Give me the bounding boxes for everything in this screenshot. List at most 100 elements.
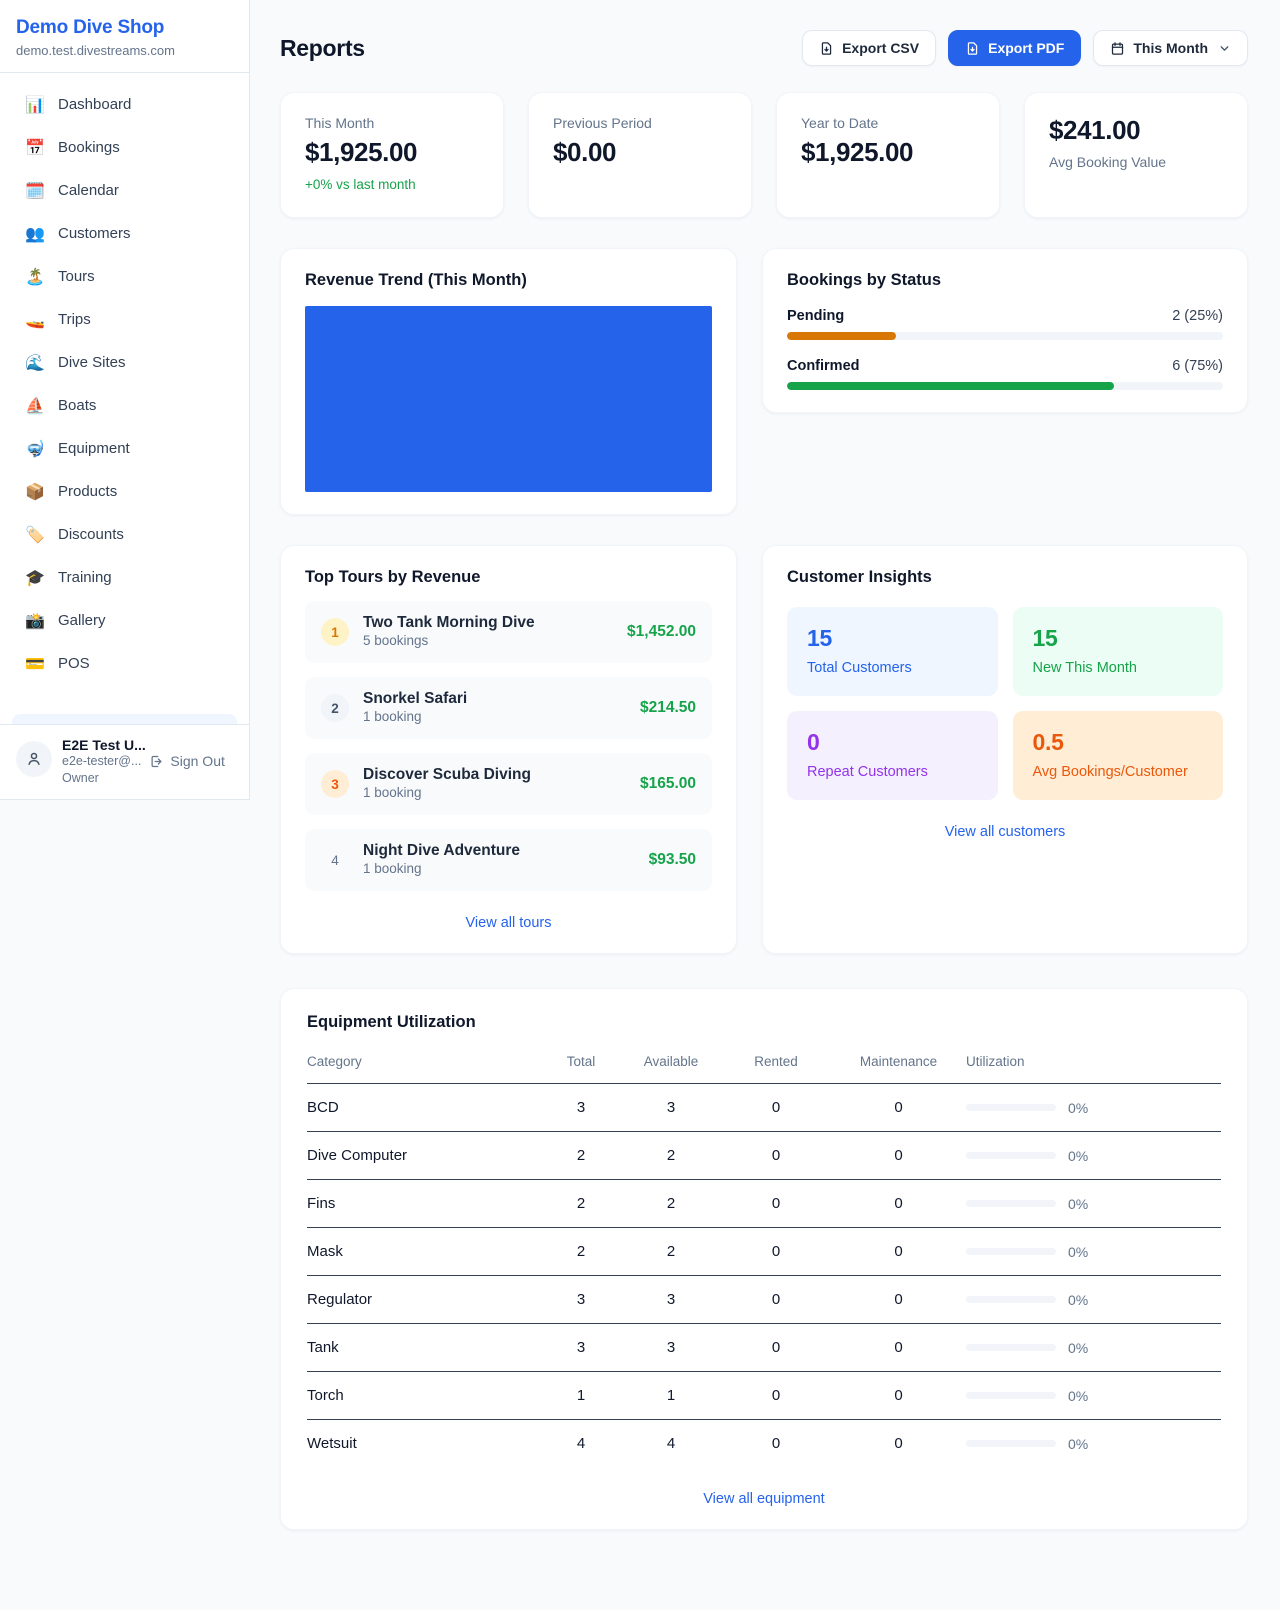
equipment-available: 2 (621, 1228, 721, 1276)
stat-label: Year to Date (801, 115, 975, 131)
utilization-percent: 0% (1068, 1196, 1088, 1212)
status-bar-fill (787, 332, 896, 340)
status-label: Confirmed (787, 358, 860, 374)
equipment-total: 2 (541, 1180, 621, 1228)
package-icon: 📦 (25, 482, 45, 502)
sidebar-item-bookings[interactable]: 📅Bookings (12, 126, 237, 169)
period-dropdown[interactable]: This Month (1093, 30, 1248, 66)
sidebar-item-pos[interactable]: 💳POS (12, 642, 237, 685)
label-tag-icon: 🏷️ (25, 525, 45, 545)
insight-label: New This Month (1033, 660, 1204, 676)
dashboard-icon: 📊 (25, 95, 45, 115)
user-name: E2E Test U... (62, 737, 235, 753)
rank-badge: 3 (321, 770, 349, 798)
sidebar-item-calendar[interactable]: 🗓️ Calendar (12, 169, 237, 212)
revenue-trend-title: Revenue Trend (This Month) (305, 271, 712, 290)
tour-name: Snorkel Safari (363, 690, 467, 707)
sidebar-item-boats[interactable]: ⛵Boats (12, 384, 237, 427)
sidebar-item-discounts[interactable]: 🏷️ Discounts (12, 513, 237, 556)
insight-avg-bookings-per-customer: 0.5 Avg Bookings/Customer (1013, 711, 1224, 800)
sidebar-item-customers[interactable]: 👥Customers (12, 212, 237, 255)
rank-badge: 1 (321, 618, 349, 646)
export-pdf-button[interactable]: Export PDF (948, 30, 1081, 66)
sidebar-item-label: Gallery (58, 612, 106, 629)
insight-value: 0.5 (1033, 729, 1204, 756)
sign-out-button[interactable]: Sign Out (149, 753, 224, 769)
utilization-bar (966, 1104, 1056, 1111)
column-header-rented: Rented (721, 1048, 831, 1084)
utilization-percent: 0% (1068, 1436, 1088, 1452)
main-content: Reports Export CSV Export PDF This Month… (250, 0, 1280, 1590)
equipment-maintenance: 0 (831, 1324, 966, 1372)
equipment-available: 1 (621, 1372, 721, 1420)
avatar (16, 741, 52, 777)
sailboat-icon: ⛵ (25, 396, 45, 416)
sidebar-item-label: Trips (58, 311, 91, 328)
sidebar-item-equipment[interactable]: 🤿 Equipment (12, 427, 237, 470)
equipment-maintenance: 0 (831, 1372, 966, 1420)
tour-amount: $165.00 (640, 775, 696, 793)
diving-mask-icon: 🤿 (25, 439, 45, 459)
sidebar-item-trips[interactable]: 🚤Trips (12, 298, 237, 341)
sign-out-icon (149, 754, 164, 769)
sidebar-item-dashboard[interactable]: 📊Dashboard (12, 83, 237, 126)
status-label: Pending (787, 308, 844, 324)
sidebar-item-label: Discounts (58, 526, 124, 543)
tours-island-icon: 🏝️ (25, 267, 45, 287)
sidebar: Demo Dive Shop demo.test.divestreams.com… (0, 0, 250, 800)
insight-value: 15 (1033, 625, 1204, 652)
sidebar-item-label: Products (58, 483, 117, 500)
status-bar-track (787, 332, 1223, 340)
sign-out-label: Sign Out (170, 753, 224, 769)
sidebar-item-label: Training (58, 569, 112, 586)
equipment-total: 3 (541, 1324, 621, 1372)
equipment-utilization: 0% (966, 1132, 1221, 1180)
equipment-table-body: BCD33000%Dive Computer22000%Fins22000%Ma… (307, 1084, 1221, 1468)
equipment-category: BCD (307, 1084, 541, 1132)
equipment-rented: 0 (721, 1276, 831, 1324)
equipment-maintenance: 0 (831, 1276, 966, 1324)
tour-name: Discover Scuba Diving (363, 766, 531, 783)
calendar-icon: 🗓️ (25, 181, 45, 201)
stat-label: Previous Period (553, 115, 727, 131)
status-row-pending: Pending 2 (25%) (787, 308, 1223, 340)
stat-value: $0.00 (553, 137, 727, 168)
equipment-row: Tank33000% (307, 1324, 1221, 1372)
file-download-icon (819, 41, 834, 56)
sidebar-item-dive-sites[interactable]: 🌊Dive Sites (12, 341, 237, 384)
view-all-equipment-link[interactable]: View all equipment (307, 1491, 1221, 1507)
view-all-customers-link[interactable]: View all customers (787, 824, 1223, 840)
sidebar-item-label: Equipment (58, 440, 130, 457)
page-title: Reports (280, 35, 365, 62)
utilization-percent: 0% (1068, 1244, 1088, 1260)
equipment-maintenance: 0 (831, 1084, 966, 1132)
stat-value: $241.00 (1049, 115, 1223, 146)
sidebar-item-gallery[interactable]: 📸Gallery (12, 599, 237, 642)
sidebar-item-label: Calendar (58, 182, 119, 199)
column-header-utilization: Utilization (966, 1048, 1221, 1084)
graduation-cap-icon: 🎓 (25, 568, 45, 588)
insight-value: 15 (807, 625, 978, 652)
file-download-icon (965, 41, 980, 56)
sidebar-item-training[interactable]: 🎓 Training (12, 556, 237, 599)
sidebar-item-tours[interactable]: 🏝️Tours (12, 255, 237, 298)
sidebar-item-reports-active-partial[interactable] (12, 714, 237, 724)
equipment-row: BCD33000% (307, 1084, 1221, 1132)
export-csv-button[interactable]: Export CSV (802, 30, 936, 66)
sidebar-item-label: Bookings (58, 139, 120, 156)
insight-repeat-customers: 0 Repeat Customers (787, 711, 998, 800)
customer-insights-card: Customer Insights 15 Total Customers 15 … (762, 545, 1248, 954)
utilization-percent: 0% (1068, 1100, 1088, 1116)
top-tours-card: Top Tours by Revenue 1 Two Tank Morning … (280, 545, 737, 954)
status-count: 2 (25%) (1172, 308, 1223, 324)
brand-name: Demo Dive Shop (16, 17, 233, 39)
view-all-tours-link[interactable]: View all tours (305, 915, 712, 931)
revenue-trend-bar-chart (305, 306, 712, 492)
utilization-bar (966, 1296, 1056, 1303)
status-row-confirmed: Confirmed 6 (75%) (787, 358, 1223, 390)
utilization-bar (966, 1248, 1056, 1255)
equipment-maintenance: 0 (831, 1180, 966, 1228)
stat-card-this-month: This Month $1,925.00 +0% vs last month (280, 92, 504, 218)
equipment-total: 4 (541, 1420, 621, 1468)
sidebar-item-products[interactable]: 📦 Products (12, 470, 237, 513)
